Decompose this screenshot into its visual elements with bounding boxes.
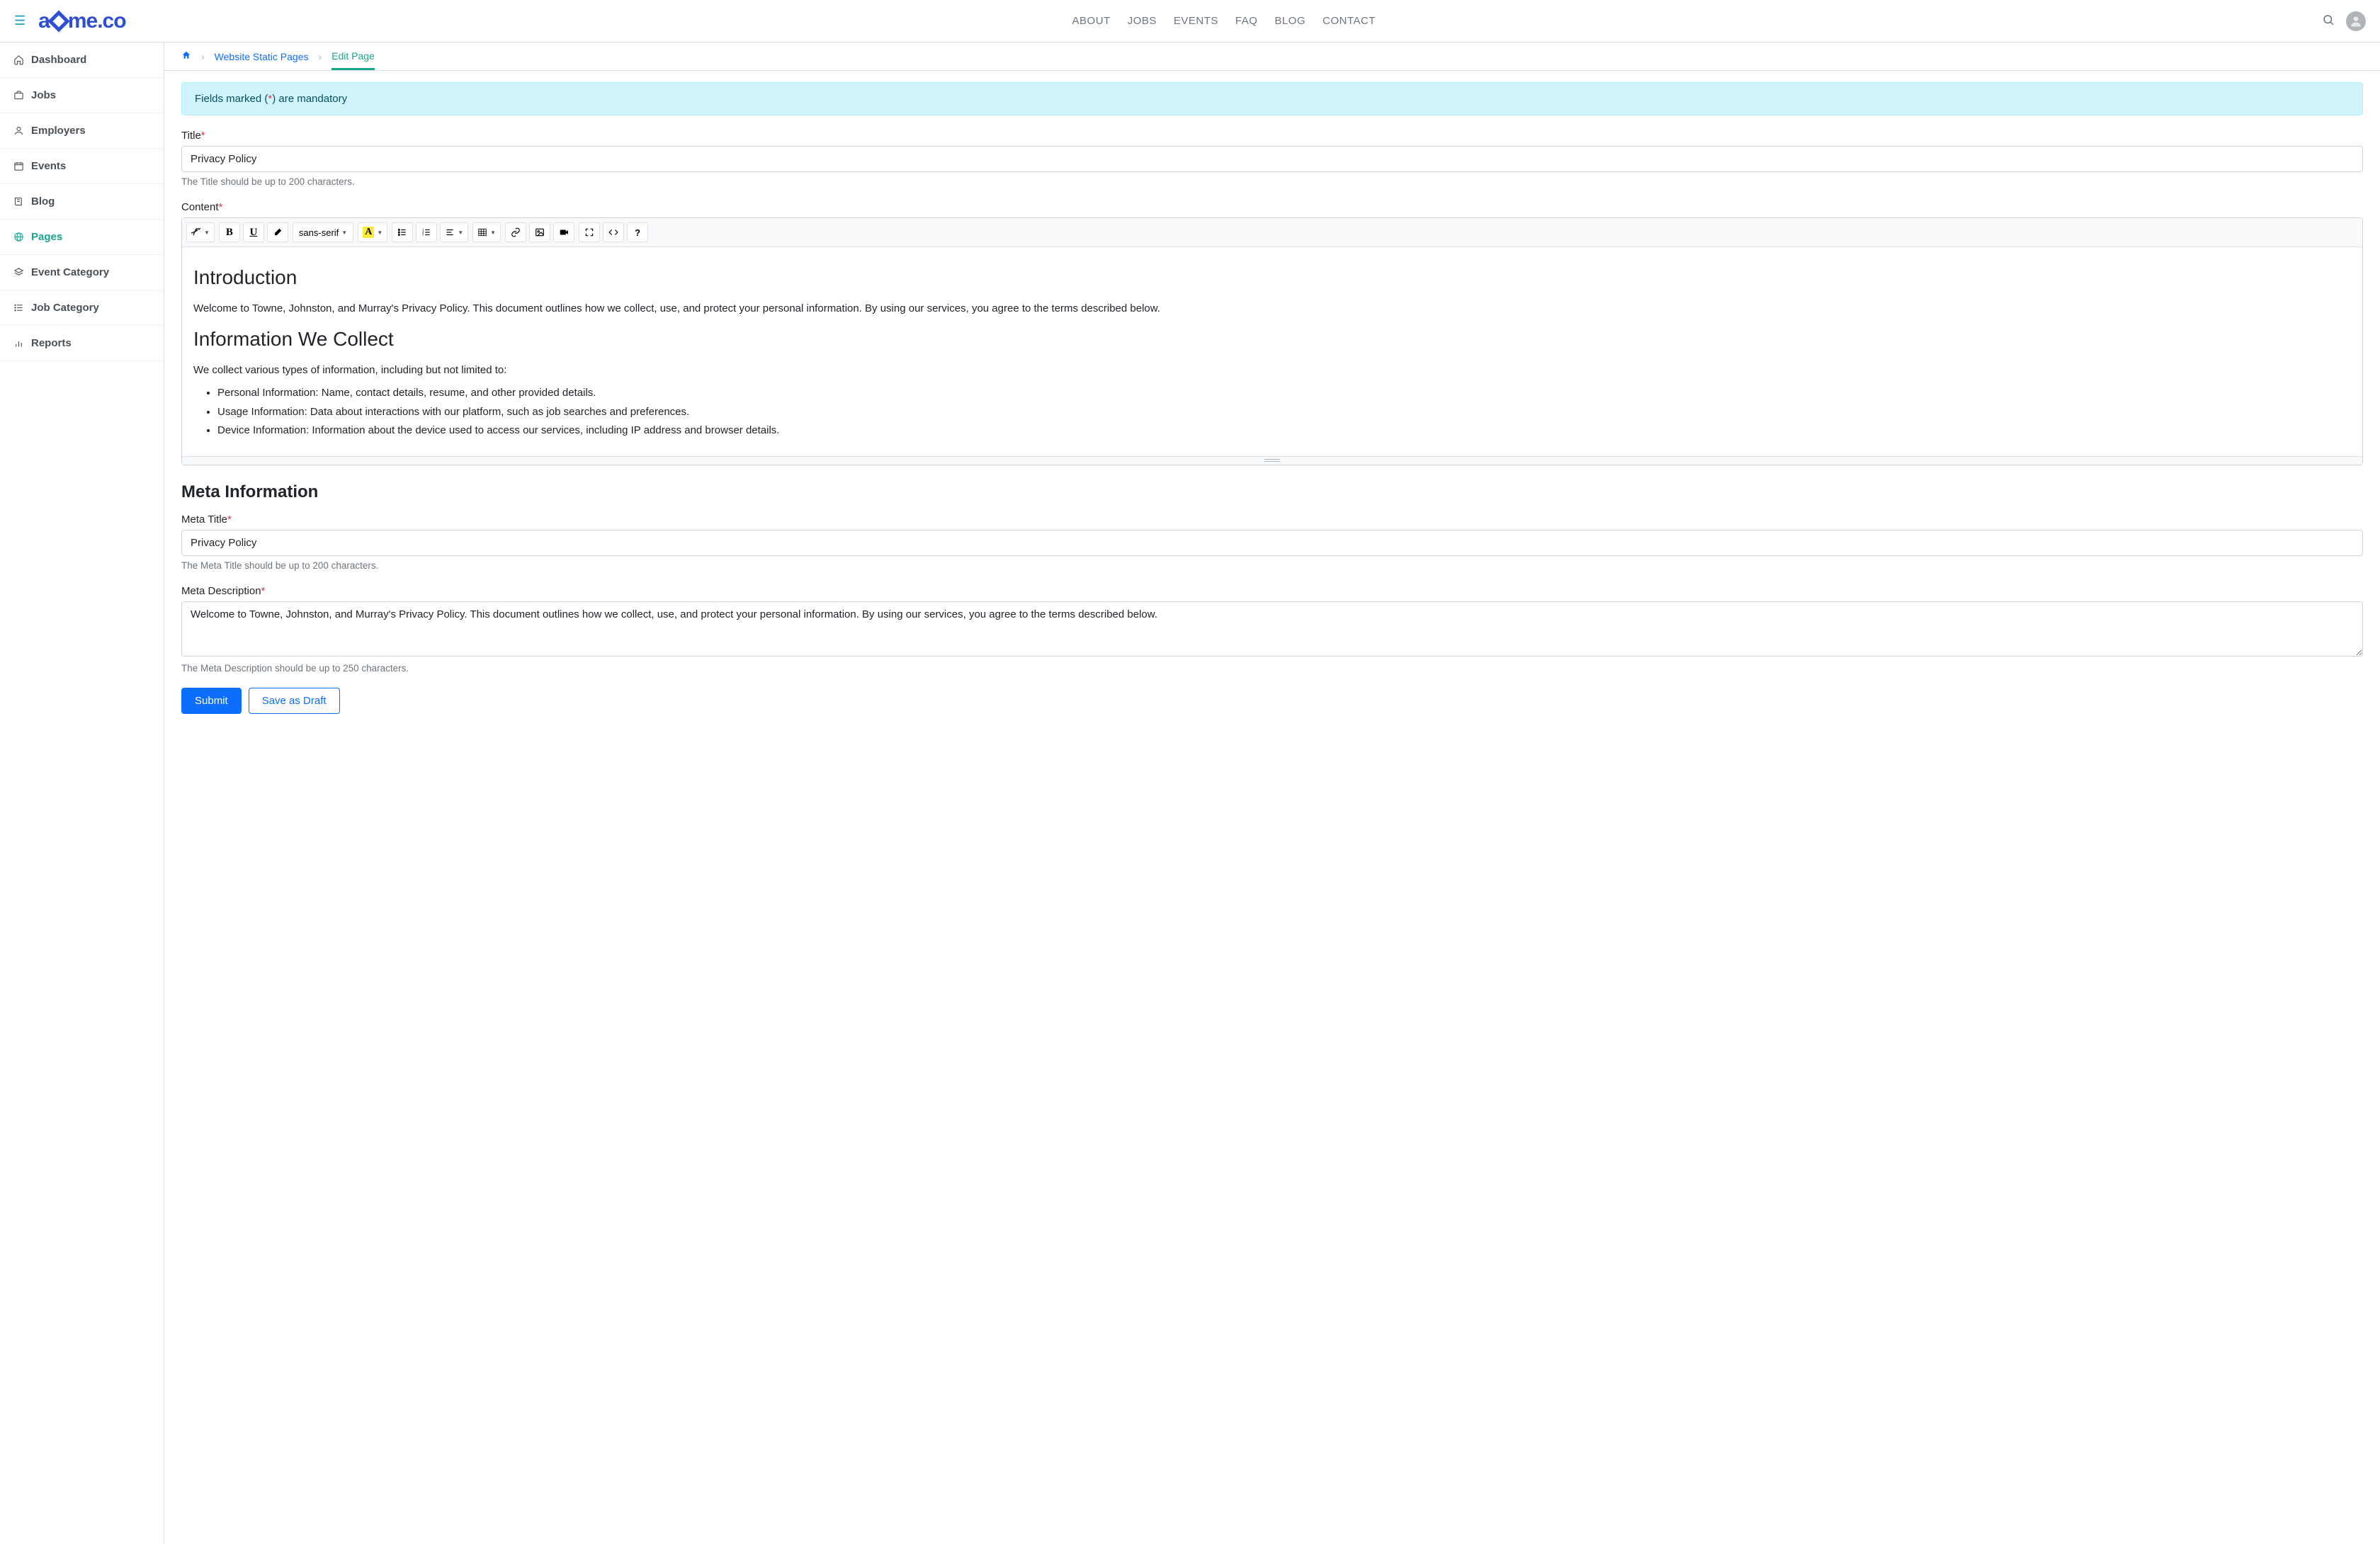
main-content: › Website Static Pages › Edit Page Field… — [164, 42, 2380, 1544]
table-button[interactable]: ▼ — [472, 222, 501, 242]
title-hint: The Title should be up to 200 characters… — [181, 176, 2363, 187]
breadcrumb-level1[interactable]: Website Static Pages — [215, 51, 309, 62]
meta-desc-input[interactable] — [181, 601, 2363, 657]
sidebar-item-event-category[interactable]: Event Category — [0, 255, 164, 290]
sidebar-item-label: Events — [31, 160, 66, 172]
meta-desc-label: Meta Description* — [181, 585, 2363, 597]
breadcrumb: › Website Static Pages › Edit Page — [164, 42, 2380, 71]
title-label: Title* — [181, 130, 2363, 142]
logo-diamond-icon — [47, 10, 69, 32]
editor-paragraph: We collect various types of information,… — [193, 363, 2351, 379]
chevron-right-icon: › — [318, 51, 322, 62]
editor-list-item: Usage Information: Data about interactio… — [217, 404, 2351, 421]
link-button[interactable] — [505, 222, 526, 242]
style-button[interactable]: ▼ — [186, 222, 215, 242]
bar-chart-icon — [13, 338, 24, 348]
fullscreen-button[interactable] — [579, 222, 600, 242]
title-input[interactable] — [181, 146, 2363, 172]
svg-text:3: 3 — [422, 233, 424, 237]
logo-text-b: me.co — [68, 9, 126, 33]
save-draft-button[interactable]: Save as Draft — [249, 688, 340, 714]
book-icon — [13, 196, 24, 207]
ordered-list-button[interactable]: 123 — [416, 222, 437, 242]
paragraph-button[interactable]: ▼ — [440, 222, 468, 242]
meta-title-input[interactable] — [181, 530, 2363, 556]
meta-title-label: Meta Title* — [181, 513, 2363, 526]
sidebar-item-reports[interactable]: Reports — [0, 326, 164, 361]
sidebar-item-label: Dashboard — [31, 54, 86, 66]
user-avatar[interactable] — [2346, 11, 2366, 31]
menu-toggle-icon[interactable]: ☰ — [14, 13, 26, 28]
nav-faq[interactable]: FAQ — [1235, 15, 1258, 27]
search-icon[interactable] — [2322, 13, 2335, 28]
layers-icon — [13, 267, 24, 278]
sidebar-item-pages[interactable]: Pages — [0, 220, 164, 255]
sidebar-item-events[interactable]: Events — [0, 149, 164, 184]
list-icon — [13, 302, 24, 313]
sidebar-item-employers[interactable]: Employers — [0, 113, 164, 149]
content-label: Content* — [181, 201, 2363, 213]
top-actions — [2322, 11, 2366, 31]
nav-contact[interactable]: CONTACT — [1322, 15, 1376, 27]
sidebar-item-job-category[interactable]: Job Category — [0, 290, 164, 326]
sidebar-item-label: Jobs — [31, 89, 56, 101]
sidebar-item-jobs[interactable]: Jobs — [0, 78, 164, 113]
video-button[interactable] — [553, 222, 574, 242]
unordered-list-button[interactable] — [392, 222, 413, 242]
font-family-select[interactable]: sans-serif▼ — [293, 222, 353, 242]
content-editor: ▼ B U sans-serif▼ — [181, 217, 2363, 465]
meta-section-title: Meta Information — [181, 482, 2363, 502]
sidebar: Dashboard Jobs Employers Events Blog Pag… — [0, 42, 164, 1544]
breadcrumb-home-icon[interactable] — [181, 50, 191, 62]
sidebar-item-dashboard[interactable]: Dashboard — [0, 42, 164, 78]
editor-list-item: Personal Information: Name, contact deta… — [217, 385, 2351, 402]
image-button[interactable] — [529, 222, 550, 242]
help-button[interactable]: ? — [627, 222, 648, 242]
editor-list-item: Device Information: Information about th… — [217, 423, 2351, 439]
topbar: ☰ a me.co ABOUT JOBS EVENTS FAQ BLOG CON… — [0, 0, 2380, 42]
meta-title-hint: The Meta Title should be up to 200 chara… — [181, 560, 2363, 571]
editor-toolbar: ▼ B U sans-serif▼ — [182, 218, 2362, 247]
alert-text-post: ) are mandatory — [272, 93, 347, 105]
sidebar-item-label: Blog — [31, 195, 55, 208]
nav-jobs[interactable]: JOBS — [1128, 15, 1157, 27]
editor-heading: Introduction — [193, 263, 2351, 293]
briefcase-icon — [13, 90, 24, 101]
home-icon — [13, 55, 24, 65]
sidebar-item-label: Pages — [31, 231, 62, 243]
submit-button[interactable]: Submit — [181, 688, 242, 714]
font-color-button[interactable]: A▼ — [358, 222, 387, 242]
editor-body[interactable]: Introduction Welcome to Towne, Johnston,… — [182, 247, 2362, 456]
nav-events[interactable]: EVENTS — [1174, 15, 1218, 27]
sidebar-item-label: Event Category — [31, 266, 109, 278]
meta-desc-hint: The Meta Description should be up to 250… — [181, 663, 2363, 674]
editor-paragraph: Welcome to Towne, Johnston, and Murray's… — [193, 301, 2351, 317]
nav-about[interactable]: ABOUT — [1072, 15, 1111, 27]
nav-blog[interactable]: BLOG — [1274, 15, 1305, 27]
bold-button[interactable]: B — [219, 222, 240, 242]
chevron-right-icon: › — [201, 51, 205, 62]
eraser-button[interactable] — [267, 222, 288, 242]
globe-icon — [13, 232, 24, 242]
sidebar-item-label: Employers — [31, 125, 86, 137]
code-view-button[interactable] — [603, 222, 624, 242]
alert-text-pre: Fields marked ( — [195, 93, 268, 105]
user-icon — [13, 125, 24, 136]
underline-button[interactable]: U — [243, 222, 264, 242]
calendar-icon — [13, 161, 24, 171]
breadcrumb-current: Edit Page — [332, 50, 375, 70]
sidebar-item-blog[interactable]: Blog — [0, 184, 164, 220]
editor-heading: Information We Collect — [193, 324, 2351, 354]
sidebar-item-label: Job Category — [31, 302, 99, 314]
editor-resize-handle[interactable] — [182, 456, 2362, 465]
top-nav: ABOUT JOBS EVENTS FAQ BLOG CONTACT — [1072, 15, 1376, 27]
logo[interactable]: a me.co — [38, 9, 125, 33]
sidebar-item-label: Reports — [31, 337, 72, 349]
mandatory-fields-alert: Fields marked (*) are mandatory — [181, 82, 2363, 115]
